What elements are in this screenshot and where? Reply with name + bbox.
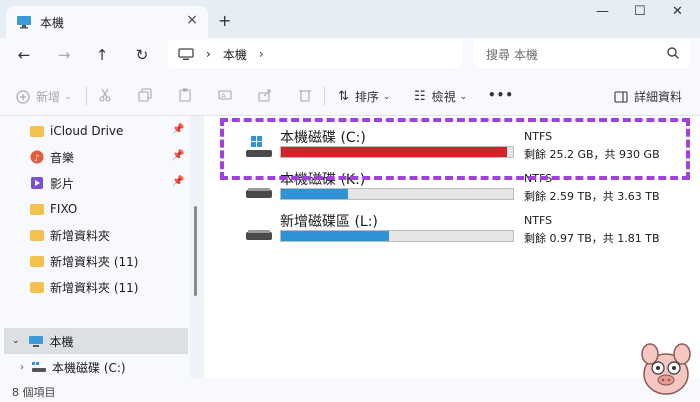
free-space: 剩餘 0.97 TB，共 1.81 TB	[524, 232, 660, 245]
address-bar[interactable]: › 本機 ›	[168, 40, 462, 68]
chevron-right-icon[interactable]: ›	[20, 362, 24, 373]
new-tab-button[interactable]: +	[218, 11, 231, 30]
folder-icon	[30, 255, 44, 267]
delete-icon[interactable]	[298, 88, 312, 102]
sidebar-item-label: FIXO	[50, 202, 78, 216]
view-icon: ☷	[414, 89, 426, 104]
video-icon	[31, 177, 43, 189]
sidebar-item-label: iCloud Drive	[50, 124, 124, 138]
sidebar-item-label: 音樂	[50, 150, 75, 165]
folder-icon	[30, 203, 44, 215]
close-tab-icon[interactable]: ×	[186, 12, 198, 28]
up-button[interactable]: ↑	[92, 46, 112, 64]
navigation-pane: iCloud Drive 📌 ♪ 音樂 📌 影片 📌 FIXO 新增資料夾 新增…	[0, 116, 190, 378]
sidebar-item-new-folder-11[interactable]: 新增資料夾 (11)	[4, 274, 188, 300]
more-options-button[interactable]: •••	[488, 88, 514, 102]
divider	[324, 86, 325, 106]
drive-name: 新增磁碟區 (L:)	[280, 214, 378, 230]
title-bar: 本機 × + — ☐ ✕	[0, 0, 700, 38]
tab-this-pc[interactable]: 本機 ×	[6, 6, 208, 38]
divider	[86, 86, 87, 106]
sidebar-item-new-folder-11[interactable]: 新增資料夾 (11)	[4, 248, 188, 274]
file-system: NTFS	[524, 214, 553, 227]
folder-icon	[30, 125, 44, 137]
new-button[interactable]: 新增 ⌄	[16, 88, 72, 105]
details-pane-button[interactable]: 詳細資料	[614, 88, 682, 105]
search-icon	[667, 47, 679, 59]
sidebar-item-local-disk-c[interactable]: › 本機磁碟 (C:)	[4, 354, 188, 380]
breadcrumb-chevron-icon: ›	[206, 47, 211, 61]
sidebar-scrollbar[interactable]	[194, 206, 197, 296]
computer-icon	[28, 335, 43, 347]
rename-icon[interactable]: A	[218, 88, 232, 102]
copy-icon[interactable]	[138, 88, 152, 102]
svg-text:♪: ♪	[34, 154, 40, 164]
sort-icon: ⇅	[338, 89, 349, 104]
sort-button[interactable]: ⇅ 排序 ⌄	[338, 88, 390, 105]
chevron-down-icon[interactable]: ⌄	[12, 336, 20, 346]
add-icon	[16, 89, 30, 104]
sidebar-item-label: 新增資料夾 (11)	[50, 280, 139, 295]
drive-icon	[246, 188, 272, 198]
sort-label: 排序	[354, 90, 379, 104]
details-pane-icon	[614, 90, 628, 103]
pig-mascot-logo	[641, 343, 691, 395]
minimize-button[interactable]: —	[596, 4, 609, 19]
sidebar-item-icloud-drive[interactable]: iCloud Drive 📌	[4, 118, 188, 144]
folder-icon	[30, 281, 44, 293]
music-icon: ♪	[30, 150, 44, 164]
command-bar: 新增 ⌄ A ⇅ 排序 ⌄ ☷ 檢視 ⌄ ••• 詳細資料	[0, 74, 700, 116]
usage-bar	[280, 188, 514, 200]
sidebar-item-this-pc[interactable]: ⌄ 本機	[4, 328, 188, 354]
item-count: 8 個項目	[12, 386, 56, 399]
sidebar-item-videos[interactable]: 影片 📌	[4, 170, 188, 196]
back-button[interactable]: ←	[14, 46, 34, 64]
breadcrumb-chevron-icon[interactable]: ›	[259, 47, 264, 61]
paste-icon[interactable]	[178, 88, 192, 102]
monitor-icon	[178, 47, 194, 60]
refresh-button[interactable]: ↻	[132, 46, 152, 64]
drive-icon	[32, 361, 46, 372]
search-input[interactable]: 搜尋 本機	[486, 46, 538, 63]
pin-icon: 📌	[172, 150, 185, 161]
usage-fill	[281, 189, 348, 199]
cut-icon[interactable]	[98, 88, 112, 102]
sidebar-item-label: 本機	[49, 334, 74, 349]
view-label: 檢視	[431, 90, 456, 104]
pin-icon: 📌	[172, 124, 185, 135]
view-button[interactable]: ☷ 檢視 ⌄	[414, 88, 467, 105]
search-box[interactable]: 搜尋 本機	[474, 40, 690, 68]
breadcrumb-this-pc[interactable]: 本機	[223, 46, 247, 63]
sidebar-item-label: 本機磁碟 (C:)	[52, 360, 126, 375]
forward-button[interactable]: →	[54, 46, 74, 64]
sidebar-item-music[interactable]: ♪ 音樂 📌	[4, 144, 188, 170]
sidebar-item-fixo[interactable]: FIXO	[4, 196, 188, 222]
details-label: 詳細資料	[634, 90, 683, 104]
svg-text:A: A	[221, 92, 226, 100]
chevron-down-icon: ⌄	[459, 91, 468, 102]
drive-icon	[246, 230, 272, 240]
computer-icon	[17, 16, 31, 29]
maximize-button[interactable]: ☐	[634, 4, 646, 19]
sidebar-item-label: 新增資料夾 (11)	[50, 254, 139, 269]
status-bar: 8 個項目	[0, 378, 700, 402]
highlight-annotation	[220, 118, 690, 180]
usage-bar	[280, 230, 514, 242]
share-icon[interactable]	[258, 88, 272, 102]
close-window-button[interactable]: ✕	[672, 4, 683, 19]
tab-label: 本機	[40, 15, 65, 30]
chevron-down-icon: ⌄	[64, 91, 72, 102]
pin-icon: 📌	[172, 176, 185, 187]
sidebar-item-label: 影片	[50, 176, 75, 191]
new-label: 新增	[36, 90, 61, 104]
sidebar-item-label: 新增資料夾	[50, 228, 111, 243]
drive-item-l[interactable]: 新增磁碟區 (L:) NTFS 剩餘 0.97 TB，共 1.81 TB	[220, 208, 680, 252]
chevron-down-icon: ⌄	[382, 91, 391, 102]
free-space: 剩餘 2.59 TB，共 3.63 TB	[524, 190, 660, 203]
folder-icon	[30, 229, 44, 241]
sidebar-item-new-folder[interactable]: 新增資料夾	[4, 222, 188, 248]
usage-fill	[281, 231, 389, 241]
